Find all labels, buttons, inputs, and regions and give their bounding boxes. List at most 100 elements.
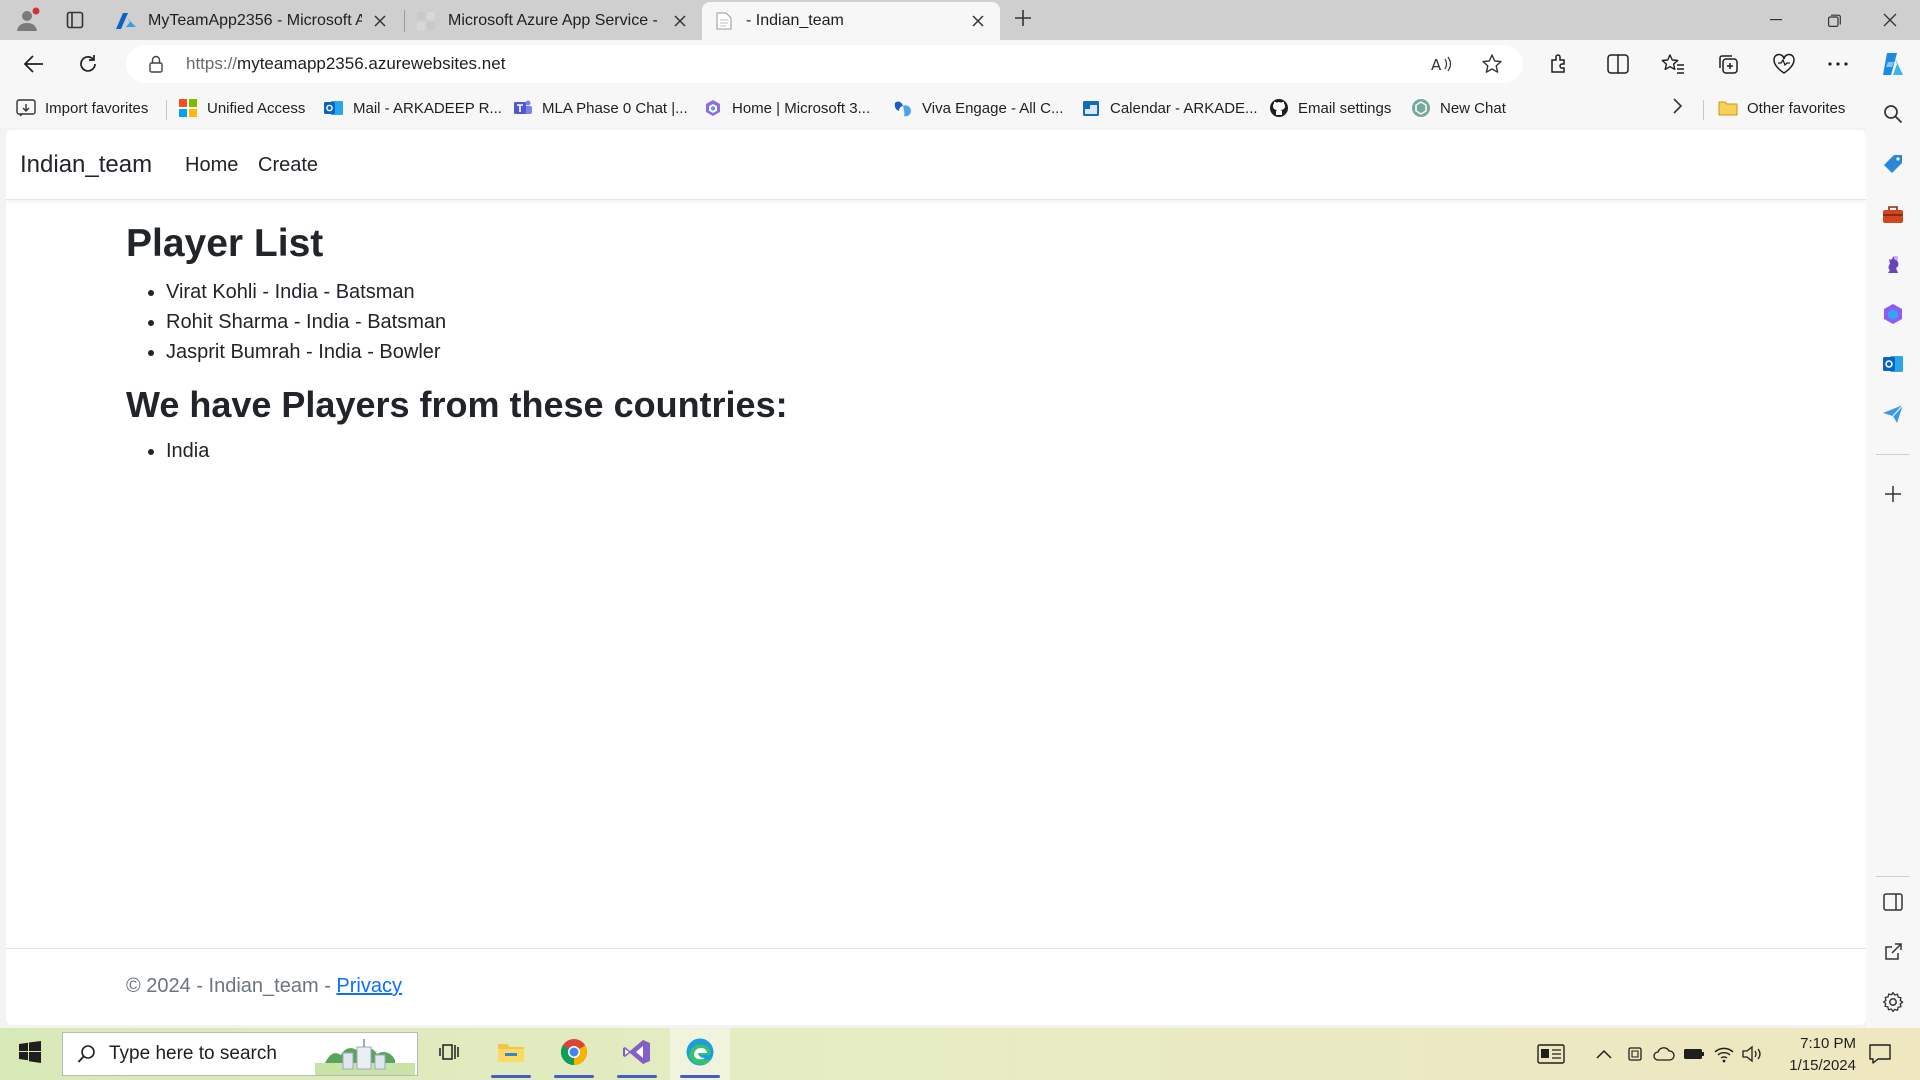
favorite-calendar[interactable]: Calendar - ARKADE... <box>1081 96 1258 120</box>
favorite-label: Unified Access <box>207 99 306 117</box>
favorite-email-settings[interactable]: Email settings <box>1269 96 1391 120</box>
add-sidebar-app-icon[interactable] <box>1879 480 1907 508</box>
task-view-button[interactable] <box>420 1028 480 1080</box>
running-indicator <box>617 1075 657 1078</box>
m365-icon[interactable] <box>1879 300 1907 328</box>
other-favorites-label: Other favorites <box>1747 99 1846 117</box>
profile-icon[interactable] <box>10 4 44 36</box>
settings-gear-icon[interactable] <box>1879 988 1907 1016</box>
send-icon[interactable] <box>1879 400 1907 428</box>
collections-icon[interactable] <box>1710 46 1746 82</box>
running-indicator <box>554 1075 594 1078</box>
more-options-icon[interactable] <box>1820 46 1856 82</box>
nav-create-link[interactable]: Create <box>258 154 318 177</box>
site-navbar: Indian_team Home Create <box>6 130 1866 200</box>
onedrive-icon[interactable] <box>1652 1042 1676 1066</box>
nav-home-link[interactable]: Home <box>185 154 238 177</box>
favorites-icon[interactable] <box>1655 46 1691 82</box>
clock-date: 1/15/2024 <box>1789 1057 1856 1074</box>
visual-studio-icon <box>623 1038 651 1071</box>
plus-icon <box>1014 9 1032 32</box>
tab-app-service-welcome[interactable]: Microsoft Azure App Service - Welcome <box>404 2 702 40</box>
task-view-icon <box>439 1041 461 1068</box>
back-button[interactable] <box>16 46 52 82</box>
notifications-icon[interactable] <box>1866 1040 1894 1068</box>
hide-sidebar-icon[interactable] <box>1879 888 1907 916</box>
close-icon[interactable] <box>370 11 390 31</box>
page-icon <box>714 11 734 31</box>
address-bar[interactable]: https://myteamapp2356.azurewebsites.net … <box>126 45 1523 83</box>
read-aloud-icon[interactable]: A <box>1428 50 1456 78</box>
minimize-button[interactable] <box>1748 0 1804 40</box>
windows-logo-icon <box>19 1040 41 1068</box>
tab-azure-portal[interactable]: MyTeamApp2356 - Microsoft Azure <box>104 2 402 40</box>
player-list-item: Rohit Sharma - India - Batsman <box>166 307 788 337</box>
start-button[interactable] <box>8 1034 52 1074</box>
favorite-viva-engage[interactable]: Viva Engage - All C... <box>893 96 1063 120</box>
shopping-tag-icon[interactable] <box>1879 150 1907 178</box>
restore-button[interactable] <box>1806 0 1862 40</box>
search-highlight-icon <box>315 1037 415 1075</box>
favorite-unified-access[interactable]: Unified Access <box>178 96 305 120</box>
country-list-item: India <box>166 436 788 466</box>
favorite-mail[interactable]: Mail - ARKADEEP R... <box>324 96 502 120</box>
wifi-icon[interactable] <box>1712 1042 1736 1066</box>
favorite-new-chat[interactable]: New Chat <box>1411 96 1506 120</box>
close-icon[interactable] <box>670 11 690 31</box>
meet-now-icon[interactable] <box>1624 1042 1648 1066</box>
search-icon[interactable] <box>1879 100 1907 128</box>
countries-heading: We have Players from these countries: <box>126 383 788 425</box>
teams-icon <box>513 98 533 118</box>
refresh-button[interactable] <box>70 46 106 82</box>
tab-actions-icon[interactable] <box>58 4 92 36</box>
tab-indian-team[interactable]: - Indian_team <box>702 2 1000 40</box>
open-external-icon[interactable] <box>1879 938 1907 966</box>
volume-icon[interactable] <box>1740 1042 1764 1066</box>
site-footer: © 2024 - Indian_team - Privacy <box>6 948 1866 1025</box>
viva-icon <box>893 98 913 118</box>
tab-title: MyTeamApp2356 - Microsoft Azure <box>148 12 362 29</box>
system-clock[interactable]: 7:10 PM 1/15/2024 <box>1766 1033 1856 1077</box>
lock-icon[interactable] <box>142 50 170 78</box>
tab-title: - Indian_team <box>746 12 844 29</box>
news-widget-icon[interactable] <box>1536 1042 1566 1066</box>
battery-icon[interactable] <box>1682 1042 1706 1066</box>
favorites-overflow-button[interactable] <box>1672 96 1683 120</box>
favorite-import[interactable]: Import favorites <box>16 96 148 120</box>
chevron-up-icon[interactable] <box>1592 1042 1616 1066</box>
favorite-label: Home | Microsoft 3... <box>732 99 871 117</box>
new-tab-button[interactable] <box>1006 4 1040 36</box>
favorite-mla-chat[interactable]: MLA Phase 0 Chat |... <box>513 96 688 120</box>
taskbar-chrome[interactable] <box>544 1028 604 1080</box>
extensions-icon[interactable] <box>1541 46 1577 82</box>
favorite-m365-home[interactable]: Home | Microsoft 3... <box>703 96 870 120</box>
edge-sidebar <box>1866 88 1920 1028</box>
close-icon[interactable] <box>968 11 988 31</box>
tools-icon[interactable] <box>1879 200 1907 228</box>
favorite-label: Mail - ARKADEEP R... <box>353 99 502 117</box>
favorite-star-icon[interactable] <box>1478 50 1506 78</box>
privacy-link[interactable]: Privacy <box>336 975 402 997</box>
url-protocol: https:// <box>186 54 238 73</box>
taskbar-edge[interactable] <box>670 1028 730 1080</box>
games-icon[interactable] <box>1879 250 1907 278</box>
close-window-button[interactable] <box>1862 0 1918 40</box>
outlook-icon <box>324 98 344 118</box>
microsoft-icon <box>178 98 198 118</box>
url-text[interactable]: https://myteamapp2356.azurewebsites.net <box>186 54 505 74</box>
taskbar-file-explorer[interactable] <box>481 1028 541 1080</box>
edge-icon <box>685 1037 715 1072</box>
split-screen-icon[interactable] <box>1600 46 1636 82</box>
file-explorer-icon <box>497 1040 525 1069</box>
site-brand-link[interactable]: Indian_team <box>20 151 152 179</box>
browser-essentials-icon[interactable] <box>1766 46 1802 82</box>
copilot-icon[interactable] <box>1875 46 1911 82</box>
taskbar-visual-studio[interactable] <box>607 1028 667 1080</box>
other-favorites-folder[interactable]: Other favorites <box>1718 96 1845 120</box>
favorite-label: Email settings <box>1298 99 1392 117</box>
running-indicator <box>491 1075 531 1078</box>
calendar-icon <box>1081 98 1101 118</box>
outlook-icon[interactable] <box>1879 350 1907 378</box>
taskbar-search-box[interactable]: Type here to search <box>62 1032 418 1076</box>
footer-copyright: © 2024 - Indian_team - <box>126 975 337 997</box>
